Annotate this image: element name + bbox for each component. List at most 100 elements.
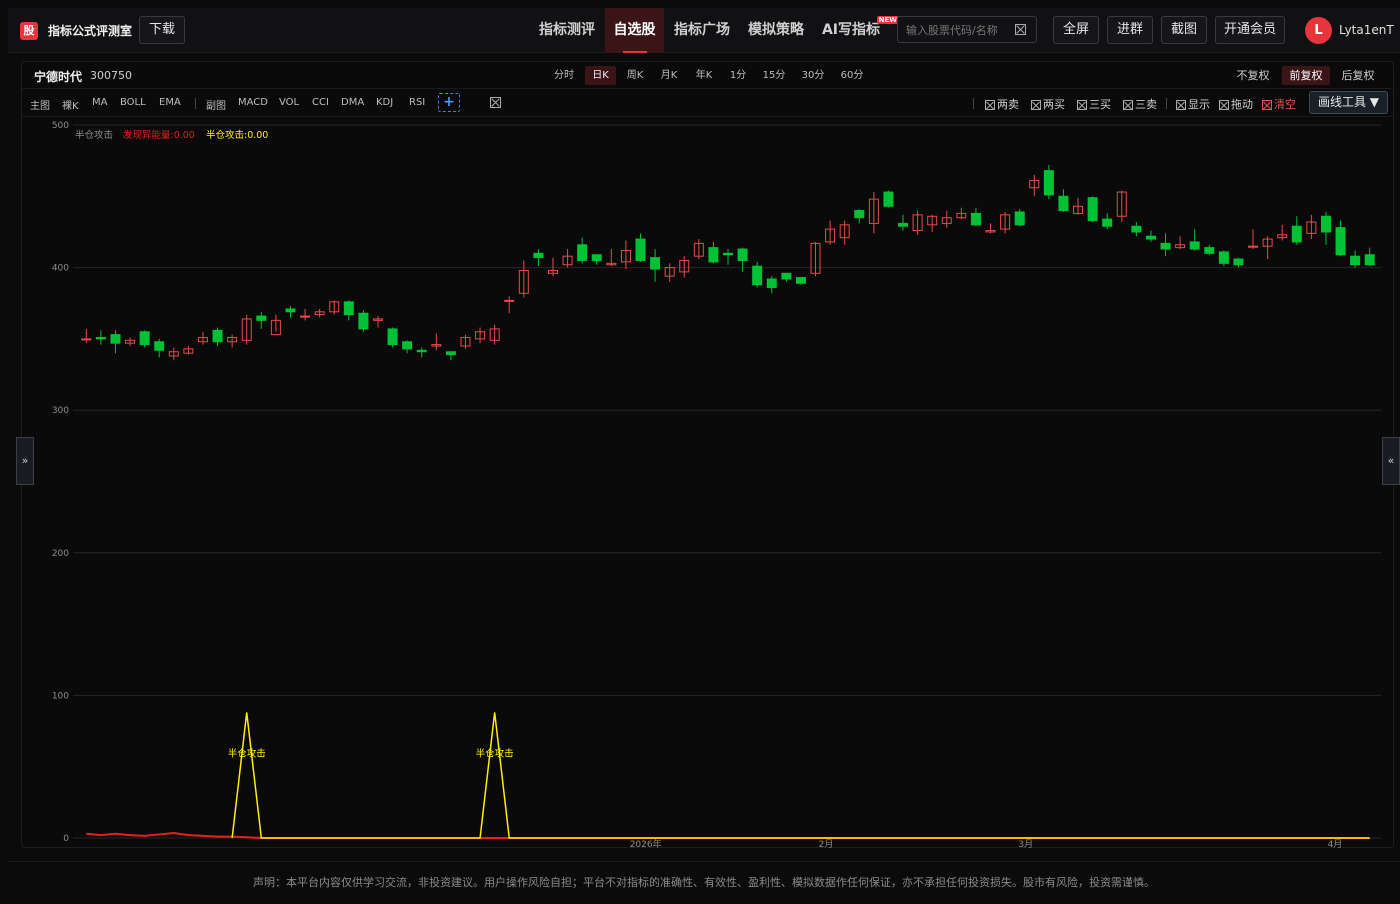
period-60min[interactable]: 60分 xyxy=(836,66,868,85)
candle-body xyxy=(110,334,121,344)
top-navbar: 股 指标公式评测室 下载 指标测评 自选股 指标广场 模拟策略 AI写指标 NE… xyxy=(8,8,1400,53)
tool-two-buy[interactable]: 两买 xyxy=(1031,96,1065,112)
candle-body xyxy=(795,277,806,284)
checkbox-icon xyxy=(1176,100,1186,110)
period-yearly[interactable]: 年K xyxy=(689,66,719,85)
membership-button[interactable]: 开通会员 xyxy=(1215,16,1285,44)
candle-body xyxy=(1131,225,1142,233)
username[interactable]: Lyta1enT xyxy=(1339,23,1394,37)
main-chart-label: 主图 xyxy=(30,101,50,112)
indicator-toolbar: 主图 裸K MA BOLL EMA 副图 MACD VOL CCI DMA KD… xyxy=(22,89,1393,117)
candle-body xyxy=(1043,170,1054,196)
nav-simulated-strategy[interactable]: 模拟策略 xyxy=(743,8,809,53)
expand-left-button[interactable]: » xyxy=(16,437,34,485)
avatar[interactable]: L xyxy=(1305,17,1332,44)
period-30min[interactable]: 30分 xyxy=(797,66,829,85)
candle-body xyxy=(416,349,427,353)
indicator-ema[interactable]: EMA xyxy=(159,97,181,108)
candle-body xyxy=(285,308,296,313)
nav-watchlist[interactable]: 自选股 xyxy=(605,8,664,53)
candle-body xyxy=(970,212,981,226)
legend-item: 发现异能量:0.00 xyxy=(123,129,195,141)
divider xyxy=(973,98,974,109)
y-tick-label: 400 xyxy=(52,264,69,274)
candle-body xyxy=(1102,218,1113,227)
adjust-forward[interactable]: 前复权 xyxy=(1282,66,1330,85)
download-button[interactable]: 下载 xyxy=(139,16,185,44)
close-icon[interactable] xyxy=(490,97,501,108)
draw-tools-dropdown[interactable]: 画线工具 ▼ xyxy=(1309,91,1388,114)
indicator-rsi[interactable]: RSI xyxy=(409,97,425,108)
nav-ai-indicator[interactable]: AI写指标 NEW xyxy=(817,8,899,53)
disclaimer: 声明：本平台内容仅供学习交流，非投资建议。用户操作风险自担；平台不对指标的准确性… xyxy=(8,861,1400,900)
tool-three-buy[interactable]: 三买 xyxy=(1077,96,1111,112)
candle-body xyxy=(1087,197,1098,222)
checkbox-icon xyxy=(1219,100,1229,110)
indicator-naked-k[interactable]: 裸K xyxy=(62,97,79,112)
fullscreen-button[interactable]: 全屏 xyxy=(1053,16,1099,44)
candle-body xyxy=(154,341,165,351)
candle-body xyxy=(1350,255,1361,266)
x-tick-label: 3月 xyxy=(1018,839,1033,848)
tool-drag[interactable]: 拖动 xyxy=(1219,96,1253,112)
indicator-kdj[interactable]: KDJ xyxy=(376,97,393,108)
candle-body xyxy=(1160,242,1171,250)
indicator-cci[interactable]: CCI xyxy=(312,97,329,108)
candle-body xyxy=(81,338,92,341)
candle-body xyxy=(1335,227,1346,256)
tool-show[interactable]: 显示 xyxy=(1176,96,1210,112)
candle-body xyxy=(533,252,544,259)
period-monthly[interactable]: 月K xyxy=(654,66,684,85)
candle-body xyxy=(445,351,456,356)
y-tick-label: 300 xyxy=(52,406,69,416)
candle-body xyxy=(1058,195,1069,212)
candle-body xyxy=(300,315,311,318)
sub-chart-label: 副图 xyxy=(206,101,226,112)
add-indicator-button[interactable]: + xyxy=(438,93,460,112)
checkbox-icon xyxy=(985,100,995,110)
indicator-ma[interactable]: MA xyxy=(92,97,107,108)
candle-body xyxy=(723,252,733,256)
x-tick-label: 2026年 xyxy=(630,838,662,848)
candle-body xyxy=(577,244,588,261)
join-group-button[interactable]: 进群 xyxy=(1107,16,1153,44)
candle-body xyxy=(387,328,398,346)
period-weekly[interactable]: 周K xyxy=(620,66,650,85)
screenshot-button[interactable]: 截图 xyxy=(1161,16,1207,44)
candlestick-chart[interactable]: 0100200300400500半仓攻击 发现异能量:0.00 半仓攻击:0.00半… xyxy=(21,117,1394,848)
nav-ai-indicator-label: AI写指标 xyxy=(821,22,881,38)
candle-body xyxy=(1291,225,1302,243)
tool-three-sell[interactable]: 三卖 xyxy=(1123,96,1157,112)
candle-body xyxy=(854,210,865,219)
nav-watchlist-label: 自选股 xyxy=(613,22,656,38)
nav-indicator-square[interactable]: 指标广场 xyxy=(669,8,735,53)
candle-body xyxy=(1014,211,1025,226)
logo-icon: 股 xyxy=(20,22,38,40)
expand-right-button[interactable]: « xyxy=(1382,437,1400,485)
indicator-boll[interactable]: BOLL xyxy=(120,97,146,108)
candle-body xyxy=(1218,251,1229,264)
period-minute[interactable]: 分时 xyxy=(549,66,579,85)
checkbox-icon xyxy=(1262,100,1272,110)
candle-body xyxy=(1233,258,1244,266)
candle-body xyxy=(1248,245,1259,248)
indicator-dma[interactable]: DMA xyxy=(341,97,364,108)
period-daily[interactable]: 日K xyxy=(585,66,616,85)
tool-clear[interactable]: 清空 xyxy=(1262,96,1296,112)
indicator-macd[interactable]: MACD xyxy=(238,97,268,108)
clear-search-icon[interactable] xyxy=(1015,24,1026,35)
stock-search-input[interactable] xyxy=(906,21,1010,39)
tool-two-sell[interactable]: 两卖 xyxy=(985,96,1019,112)
nav-indicator-review[interactable]: 指标测评 xyxy=(534,8,600,53)
candle-body xyxy=(635,238,646,261)
indicator-vol[interactable]: VOL xyxy=(279,97,299,108)
adjust-backward[interactable]: 后复权 xyxy=(1337,66,1379,85)
adjust-none[interactable]: 不复权 xyxy=(1232,66,1274,85)
period-15min[interactable]: 15分 xyxy=(758,66,790,85)
candle-body xyxy=(95,336,106,340)
period-1min[interactable]: 1分 xyxy=(724,66,752,85)
candle-body xyxy=(766,278,777,289)
candle-body xyxy=(708,247,719,263)
stock-search[interactable] xyxy=(897,16,1037,43)
y-tick-label: 500 xyxy=(52,121,69,131)
